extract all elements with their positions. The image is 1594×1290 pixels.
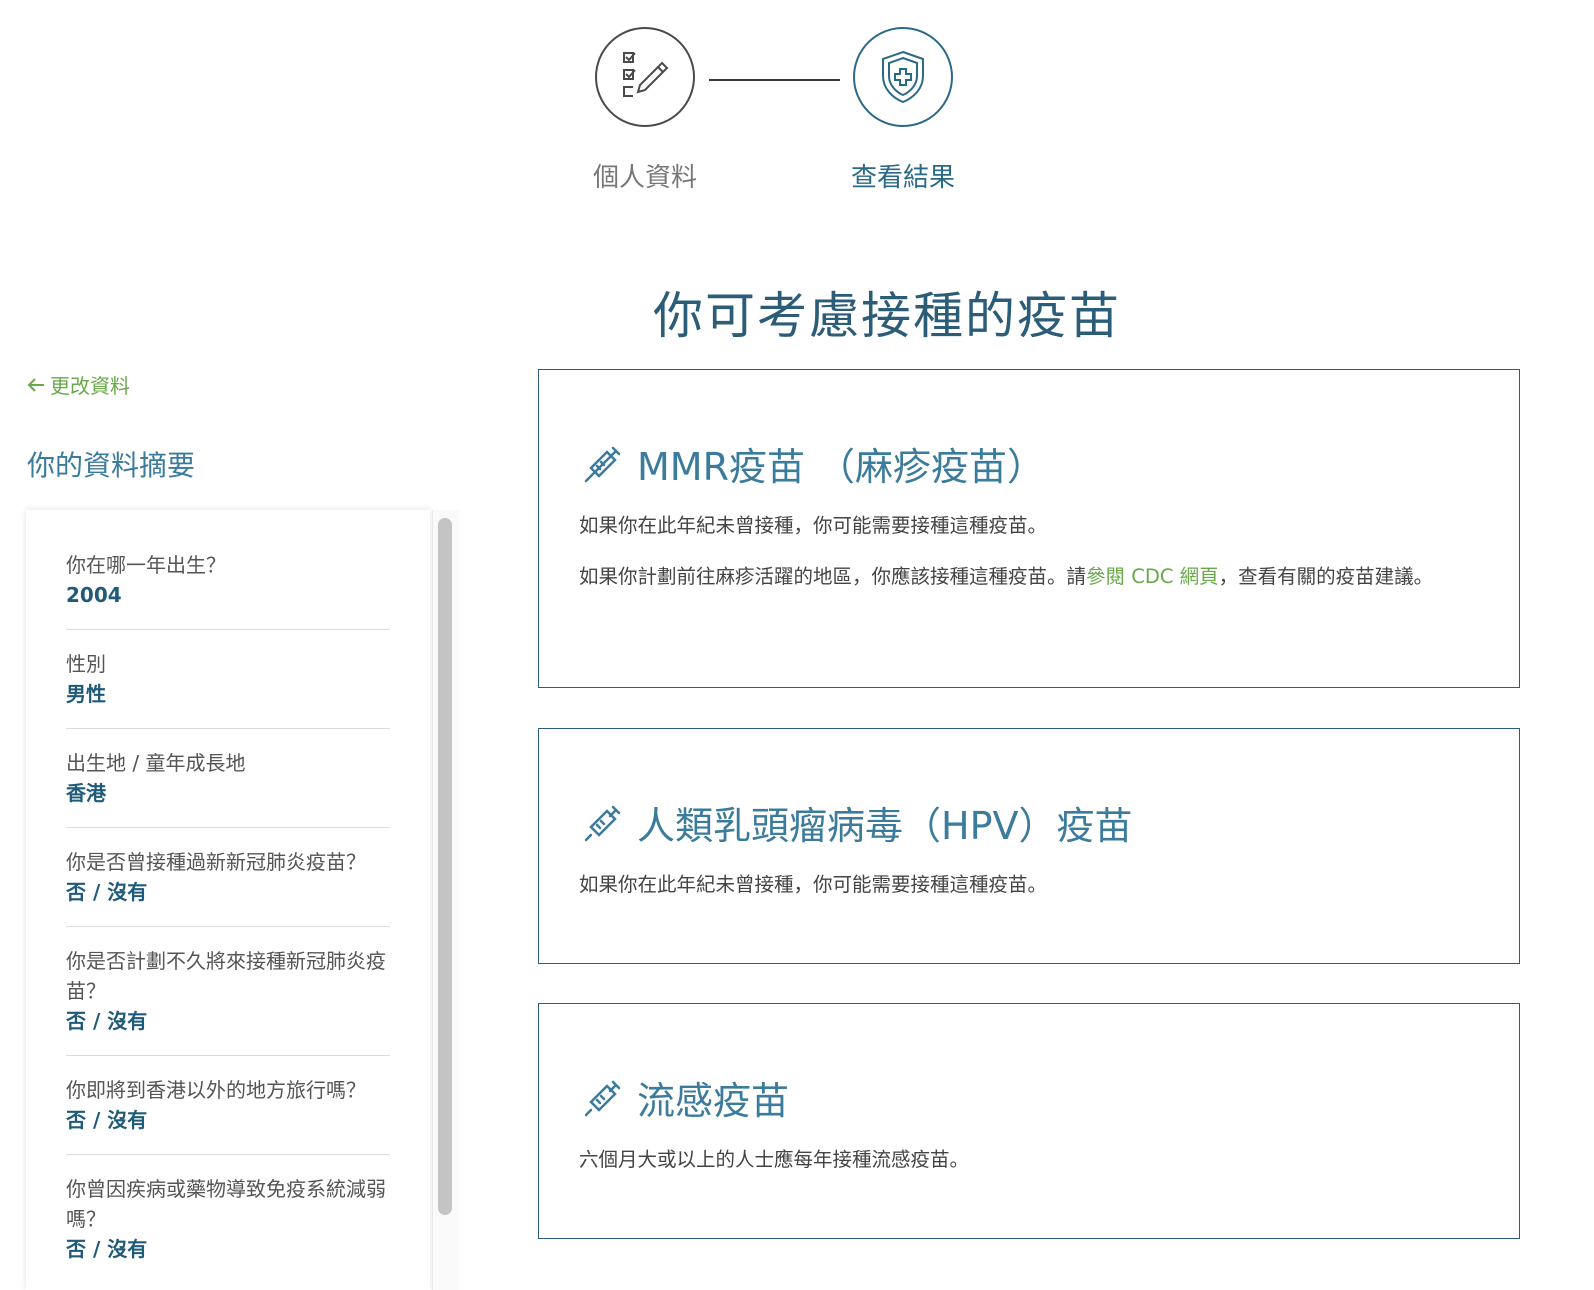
arrow-left-icon	[27, 377, 44, 392]
vaccine-card-hpv: 人類乳頭瘤病毒（HPV）疫苗 如果你在此年紀未曾接種，你可能需要接種這種疫苗。	[538, 728, 1520, 964]
vaccine-description: 如果你在此年紀未曾接種，你可能需要接種這種疫苗。	[579, 869, 1469, 920]
paragraph-text: ，查看有關的疫苗建議。	[1218, 565, 1434, 588]
scrollbar-thumb[interactable]	[438, 518, 452, 1215]
list-item: 你曾因疾病或藥物導致免疫系統減弱嗎？ 否 / 沒有	[66, 1174, 390, 1283]
paragraph-text: 如果你計劃前往麻疹活躍的地區，你應該接種這種疫苗。請	[579, 565, 1087, 588]
cdc-page-link[interactable]: 參閱 CDC 網頁	[1086, 565, 1219, 588]
summary-answer: 否 / 沒有	[66, 880, 148, 904]
checklist-pencil-icon	[595, 27, 695, 127]
stepper-connector	[709, 79, 840, 81]
vaccine-description: 六個月大或以上的人士應每年接種流感疫苗。	[579, 1144, 1469, 1195]
vaccine-paragraph: 如果你在此年紀未曾接種，你可能需要接種這種疫苗。	[579, 873, 1048, 896]
vaccine-title: 流感疫苗	[583, 1070, 789, 1125]
summary-answer: 否 / 沒有	[66, 1108, 148, 1132]
vaccine-paragraph: 如果你計劃前往麻疹活躍的地區，你應該接種這種疫苗。請參閱 CDC 網頁，查看有關…	[579, 561, 1469, 592]
summary-question: 你是否計劃不久將來接種新冠肺炎疫苗？	[66, 949, 386, 1003]
vaccine-card-mmr: MMR疫苗 （麻疹疫苗） 如果你在此年紀未曾接種，你可能需要接種這種疫苗。 如果…	[538, 369, 1520, 688]
step-personal-info: 個人資料	[590, 27, 700, 194]
vaccine-card-flu: 流感疫苗 六個月大或以上的人士應每年接種流感疫苗。	[538, 1003, 1520, 1239]
syringe-icon	[584, 1080, 621, 1116]
vaccine-title-text: 人類乳頭瘤病毒（HPV）疫苗	[637, 804, 1133, 848]
summary-question: 你是否曾接種過新新冠肺炎疫苗？	[66, 850, 366, 874]
vaccine-paragraph: 如果你在此年紀未曾接種，你可能需要接種這種疫苗。	[579, 514, 1048, 537]
summary-answer: 否 / 沒有	[66, 1009, 148, 1033]
list-item: 你即將到香港以外的地方旅行嗎？ 否 / 沒有	[66, 1075, 390, 1155]
summary-scrollbar[interactable]	[432, 510, 459, 1290]
vaccine-title: 人類乳頭瘤病毒（HPV）疫苗	[583, 795, 1133, 850]
summary-answer: 否 / 沒有	[66, 1237, 148, 1261]
vaccine-title-text: 流感疫苗	[637, 1079, 790, 1123]
step-label: 個人資料	[592, 163, 697, 193]
summary-question: 你曾因疾病或藥物導致免疫系統減弱嗎？	[66, 1177, 386, 1231]
summary-list: 你在哪一年出生？ 2004 性別 男性 出生地 / 童年成長地 香港 你是否曾接…	[66, 550, 390, 1290]
list-item: 你是否曾接種過新新冠肺炎疫苗？ 否 / 沒有	[66, 847, 390, 927]
shield-plus-icon	[853, 27, 953, 127]
summary-question: 性別	[66, 652, 106, 676]
vaccine-paragraph: 六個月大或以上的人士應每年接種流感疫苗。	[579, 1148, 970, 1171]
summary-title: 你的資料摘要	[27, 449, 196, 482]
syringe-icon	[584, 805, 621, 841]
summary-question: 出生地 / 童年成長地	[66, 751, 246, 775]
list-item: 你是否計劃不久將來接種新冠肺炎疫苗？ 否 / 沒有	[66, 946, 390, 1056]
summary-panel[interactable]: 你在哪一年出生？ 2004 性別 男性 出生地 / 童年成長地 香港 你是否曾接…	[26, 510, 430, 1290]
vaccine-title: MMR疫苗 （麻疹疫苗）	[583, 436, 1045, 491]
list-item: 你在哪一年出生？ 2004	[66, 550, 390, 630]
summary-answer: 男性	[66, 682, 106, 706]
syringe-icon	[584, 446, 621, 482]
list-item: 出生地 / 童年成長地 香港	[66, 748, 390, 828]
step-label: 查看結果	[850, 163, 955, 193]
summary-answer: 2004	[66, 583, 122, 607]
summary-answer: 香港	[66, 781, 106, 805]
summary-question: 你即將到香港以外的地方旅行嗎？	[66, 1078, 366, 1102]
summary-question: 你在哪一年出生？	[66, 553, 226, 577]
change-info-link[interactable]: 更改資料	[26, 370, 130, 399]
change-info-label: 更改資料	[50, 374, 130, 398]
vaccine-description: 如果你在此年紀未曾接種，你可能需要接種這種疫苗。 如果你計劃前往麻疹活躍的地區，…	[579, 510, 1469, 612]
page-title: 你可考慮接種的疫苗	[653, 287, 1121, 345]
step-view-results: 查看結果	[848, 27, 958, 194]
vaccine-title-text: MMR疫苗 （麻疹疫苗）	[637, 445, 1046, 489]
list-item: 性別 男性	[66, 649, 390, 729]
